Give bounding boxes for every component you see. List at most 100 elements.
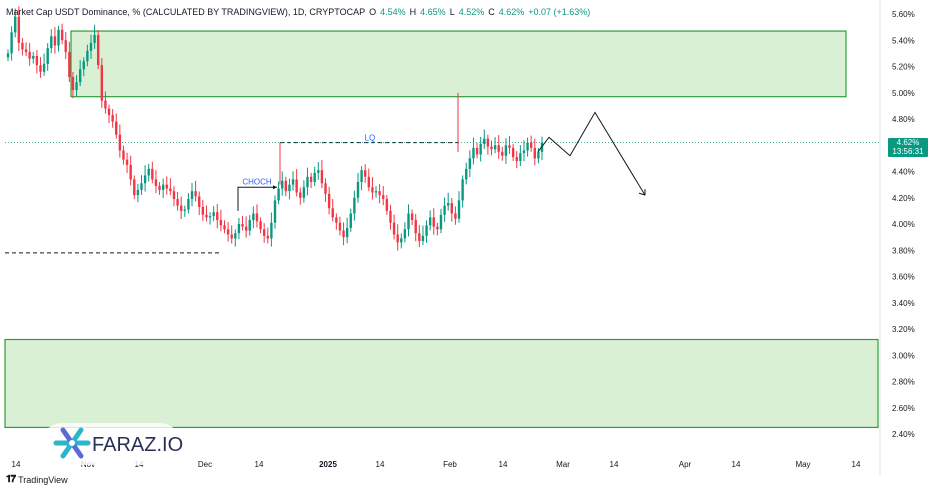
candle-body <box>223 225 226 230</box>
price-tick-label: 5.60% <box>892 10 915 19</box>
current-price-tag: 4.62% 13:56:31 <box>888 138 928 157</box>
candle-body <box>302 187 306 198</box>
candle-body <box>248 220 251 231</box>
candle-body <box>284 180 288 192</box>
time-tick-label: Feb <box>443 460 457 469</box>
candle-body <box>122 150 125 160</box>
candle-body <box>244 226 248 231</box>
candle-body <box>324 183 327 194</box>
candle-body <box>118 134 122 151</box>
choch-label: CHOCH <box>242 177 272 186</box>
candle-body <box>75 82 78 91</box>
price-tick-label: 4.20% <box>892 194 915 203</box>
price-tick-label: 4.40% <box>892 168 915 177</box>
candle-body <box>255 213 259 222</box>
candle-body <box>140 183 143 190</box>
candle-body <box>169 188 172 192</box>
time-tick-label: Mar <box>556 460 570 469</box>
candle-body <box>129 164 132 180</box>
candle-body <box>428 217 432 226</box>
candle-body <box>349 213 352 228</box>
candle-body <box>241 224 244 227</box>
candle-body <box>522 150 526 154</box>
candle-body <box>50 36 53 49</box>
candle-body <box>342 230 345 238</box>
candle-body <box>414 220 417 234</box>
time-tick-label: Apr <box>679 460 692 469</box>
candle-body <box>57 29 60 46</box>
candle-body <box>89 42 93 51</box>
candle-body <box>519 153 522 161</box>
time-tick-label: Dec <box>198 460 212 469</box>
tradingview-attribution[interactable]: 𝟏𝟕 TradingView <box>6 474 68 485</box>
candle-body <box>490 146 493 150</box>
symbol-info-bar: Market Cap USDT Dominance, % (CALCULATED… <box>6 7 590 17</box>
candle-body <box>338 222 342 231</box>
candle-body <box>212 212 215 217</box>
choch-line <box>237 186 277 211</box>
symbol-title[interactable]: Market Cap USDT Dominance, % (CALCULATED… <box>6 7 365 17</box>
candle-body <box>360 170 363 182</box>
candle-body <box>14 16 17 33</box>
candle-body <box>161 184 165 190</box>
candle-body <box>28 52 31 59</box>
candle-body <box>508 145 511 148</box>
candle-body <box>533 147 536 159</box>
candle-body <box>407 213 410 230</box>
candle-body <box>24 49 28 53</box>
candle-body <box>6 53 10 58</box>
close-label: C <box>488 7 495 17</box>
candle-body <box>165 184 168 189</box>
candle-body <box>313 172 316 182</box>
candle-body <box>418 233 421 242</box>
candle-body <box>403 229 407 239</box>
candle-body <box>219 220 223 226</box>
candle-body <box>367 176 371 188</box>
candle-body <box>125 159 129 165</box>
candle-body <box>183 209 186 211</box>
candle-body <box>382 195 385 200</box>
high-value: 4.65% <box>420 7 446 17</box>
time-tick-label: 14 <box>376 460 385 469</box>
candle-body <box>176 199 179 206</box>
demand-zone <box>4 338 879 429</box>
candle-body <box>172 191 176 200</box>
candle-body <box>371 187 374 193</box>
candle-body <box>421 235 425 242</box>
candle-body <box>288 184 291 192</box>
candle-body <box>515 157 518 161</box>
candle-body <box>320 170 324 184</box>
candle-body <box>39 65 42 72</box>
candle-body <box>475 147 479 155</box>
candle-body <box>158 185 161 190</box>
candle-body <box>537 151 540 159</box>
candle-body <box>443 205 446 215</box>
candle-body <box>194 191 197 197</box>
price-axis: 5.60%5.40%5.20%5.00%4.80%4.60%4.40%4.20%… <box>892 10 915 439</box>
candle-body <box>201 206 205 215</box>
candle-body <box>93 35 96 43</box>
candle-body <box>529 142 533 148</box>
current-price-value: 4.62% <box>896 138 920 147</box>
candle-body <box>331 208 334 218</box>
price-chart[interactable]: CHOCH LQ 5.60%5.40%5.20%5.00%4.80%4.60%4… <box>0 0 936 492</box>
low-label: L <box>449 7 455 17</box>
candle-body <box>468 158 472 169</box>
candle-body <box>205 214 208 218</box>
candle-body <box>392 222 396 235</box>
price-tick-label: 3.00% <box>892 351 915 360</box>
candle-body <box>410 213 414 221</box>
time-tick-label: 14 <box>255 460 264 469</box>
candle-body <box>115 121 118 135</box>
watermark-logo: FARAZ.IO <box>41 423 183 465</box>
candle-body <box>317 170 320 173</box>
candle-body <box>32 56 35 59</box>
candle-body <box>143 175 147 184</box>
time-tick-label: 14 <box>499 460 508 469</box>
candle-body <box>385 199 389 211</box>
open-value: 4.54% <box>380 7 406 17</box>
candle-body <box>237 224 241 234</box>
price-tick-label: 3.20% <box>892 325 915 334</box>
candle-body <box>64 40 67 53</box>
candle-body <box>389 210 392 223</box>
